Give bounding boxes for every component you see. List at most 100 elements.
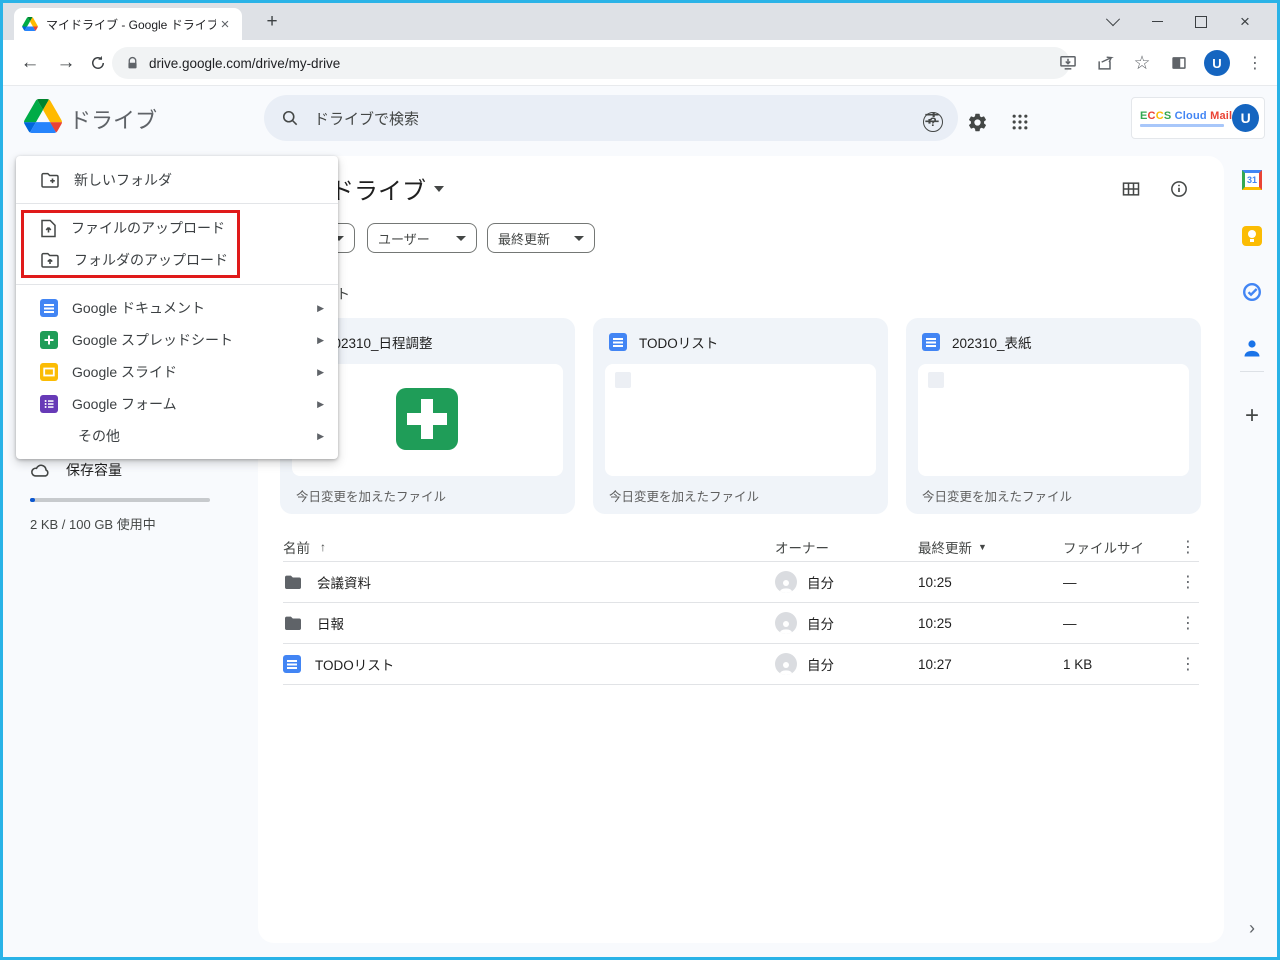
- file-thumbnail: [918, 364, 1189, 476]
- browser-toolbar: ← → drive.google.com/drive/my-drive ☆ U …: [3, 40, 1277, 86]
- storage-progressbar: [30, 498, 210, 502]
- submenu-arrow-icon: ▶: [317, 366, 324, 377]
- share-icon[interactable]: [1093, 51, 1117, 75]
- badge-subtext: [1140, 123, 1224, 127]
- cloud-icon: [30, 461, 52, 479]
- browser-avatar[interactable]: U: [1204, 50, 1230, 76]
- lock-icon: [126, 56, 139, 71]
- calendar-icon[interactable]: 31: [1240, 168, 1264, 192]
- table-row[interactable]: 日報 自分 10:25 — ⋮: [283, 603, 1199, 643]
- drive-app: ドライブ ドライブで検索 ? ECCS Cloud Mail U 保存容量 2 …: [3, 86, 1277, 957]
- chevron-down-icon: [574, 235, 584, 241]
- row-menu-icon[interactable]: ⋮: [1173, 644, 1203, 684]
- tasks-icon[interactable]: [1240, 280, 1264, 304]
- menu-item-google-sheets[interactable]: Google スプレッドシート ▶: [16, 324, 338, 356]
- column-owner[interactable]: オーナー: [775, 537, 829, 557]
- info-icon[interactable]: [1166, 176, 1192, 202]
- sort-asc-icon[interactable]: ↑: [320, 540, 326, 554]
- column-modified[interactable]: 最終更新: [918, 537, 972, 557]
- reload-button[interactable]: [83, 48, 113, 78]
- bookmark-star-icon[interactable]: ☆: [1130, 51, 1154, 75]
- search-placeholder: ドライブで検索: [314, 110, 420, 128]
- file-size: —: [1063, 615, 1077, 631]
- settings-gear-icon[interactable]: [964, 109, 990, 135]
- docs-icon: [922, 333, 940, 351]
- owner-avatar: [775, 571, 797, 593]
- help-icon[interactable]: ?: [920, 109, 946, 135]
- modified-time: 10:27: [918, 656, 952, 672]
- file-size: 1 KB: [1063, 656, 1093, 672]
- storage-usage: 2 KB / 100 GB 使用中: [30, 517, 156, 532]
- file-name: TODOリスト: [315, 658, 395, 673]
- address-bar[interactable]: drive.google.com/drive/my-drive: [112, 47, 1070, 79]
- browser-more-icon[interactable]: ⋮: [1243, 51, 1267, 75]
- row-menu-icon[interactable]: ⋮: [1173, 562, 1203, 602]
- annotation-highlight-box: [21, 210, 240, 278]
- menu-item-google-docs[interactable]: Google ドキュメント ▶: [16, 292, 338, 324]
- get-add-ons-icon[interactable]: +: [1240, 402, 1264, 429]
- suggested-file-card[interactable]: TODOリスト 今日変更を加えたファイル: [593, 318, 888, 514]
- search-input[interactable]: ドライブで検索: [264, 95, 958, 141]
- minimize-button[interactable]: [1135, 3, 1179, 40]
- tab-close-icon[interactable]: ×: [216, 16, 234, 33]
- folder-icon: [283, 573, 303, 591]
- modified-time: 10:25: [918, 615, 952, 631]
- maximize-button[interactable]: [1179, 3, 1223, 40]
- card-title: 202310_表紙: [952, 336, 1032, 351]
- card-caption: 今日変更を加えたファイル: [296, 490, 447, 504]
- new-tab-button[interactable]: +: [259, 9, 285, 35]
- card-title: TODOリスト: [639, 336, 719, 351]
- forward-button[interactable]: →: [51, 48, 81, 78]
- new-menu: 新しいフォルダ ファイルのアップロード フォルダのアップロード Google ド…: [16, 156, 338, 459]
- drive-logo[interactable]: [24, 99, 62, 133]
- sheets-logo: [396, 388, 458, 450]
- chevron-down-icon: [434, 185, 444, 192]
- table-row[interactable]: TODOリスト 自分 10:27 1 KB ⋮: [283, 644, 1199, 684]
- new-folder-icon: [40, 171, 60, 189]
- drive-favicon: [22, 17, 38, 31]
- badge-title: ECCS Cloud Mail: [1140, 109, 1233, 122]
- window-close-button[interactable]: ×: [1223, 3, 1267, 40]
- card-caption: 今日変更を加えたファイル: [922, 490, 1073, 504]
- keep-icon[interactable]: [1240, 224, 1264, 248]
- column-menu-icon[interactable]: ⋮: [1173, 533, 1203, 561]
- browser-tab[interactable]: マイドライブ - Google ドライブ ×: [14, 8, 242, 40]
- show-side-panel-icon[interactable]: ›: [1240, 918, 1264, 939]
- side-panel-icon[interactable]: [1167, 51, 1191, 75]
- contacts-icon[interactable]: [1240, 336, 1264, 360]
- eccs-cloud-mail-badge[interactable]: ECCS Cloud Mail U: [1131, 97, 1265, 139]
- filter-chip-people[interactable]: ユーザー: [367, 223, 477, 253]
- menu-item-more[interactable]: その他 ▶: [16, 420, 338, 452]
- filter-chip-modified[interactable]: 最終更新: [487, 223, 595, 253]
- browser-window: マイドライブ - Google ドライブ × + × ← → drive.goo…: [0, 0, 1280, 960]
- suggested-file-card[interactable]: 202310_表紙 今日変更を加えたファイル: [906, 318, 1201, 514]
- storage-label[interactable]: 保存容量: [66, 460, 122, 480]
- column-size[interactable]: ファイルサイ: [1063, 537, 1144, 557]
- table-row[interactable]: 会議資料 自分 10:25 — ⋮: [283, 562, 1199, 602]
- slides-icon: [40, 363, 58, 381]
- rail-divider: [1240, 371, 1264, 372]
- submenu-arrow-icon: ▶: [317, 302, 324, 313]
- menu-item-new-folder[interactable]: 新しいフォルダ: [16, 164, 338, 196]
- column-name[interactable]: 名前: [283, 537, 310, 557]
- menu-item-google-slides[interactable]: Google スライド ▶: [16, 356, 338, 388]
- menu-item-google-forms[interactable]: Google フォーム ▶: [16, 388, 338, 420]
- submenu-arrow-icon: ▶: [317, 334, 324, 345]
- sort-desc-icon: ▼: [978, 542, 987, 552]
- file-size: —: [1063, 574, 1077, 590]
- apps-grid-icon[interactable]: [1007, 109, 1033, 135]
- grid-view-toggle[interactable]: [1118, 176, 1144, 202]
- install-icon[interactable]: [1056, 51, 1080, 75]
- app-name: ドライブ: [69, 108, 158, 133]
- window-menu-chevron-icon[interactable]: [1091, 3, 1135, 40]
- back-button[interactable]: ←: [15, 48, 45, 78]
- owner-name: 自分: [807, 576, 834, 591]
- owner-name: 自分: [807, 617, 834, 632]
- file-name: 会議資料: [317, 576, 371, 591]
- submenu-arrow-icon: ▶: [317, 398, 324, 409]
- row-menu-icon[interactable]: ⋮: [1173, 603, 1203, 643]
- account-avatar[interactable]: U: [1232, 104, 1259, 132]
- owner-name: 自分: [807, 658, 834, 673]
- docs-icon: [40, 299, 58, 317]
- tab-title: マイドライブ - Google ドライブ: [46, 17, 216, 32]
